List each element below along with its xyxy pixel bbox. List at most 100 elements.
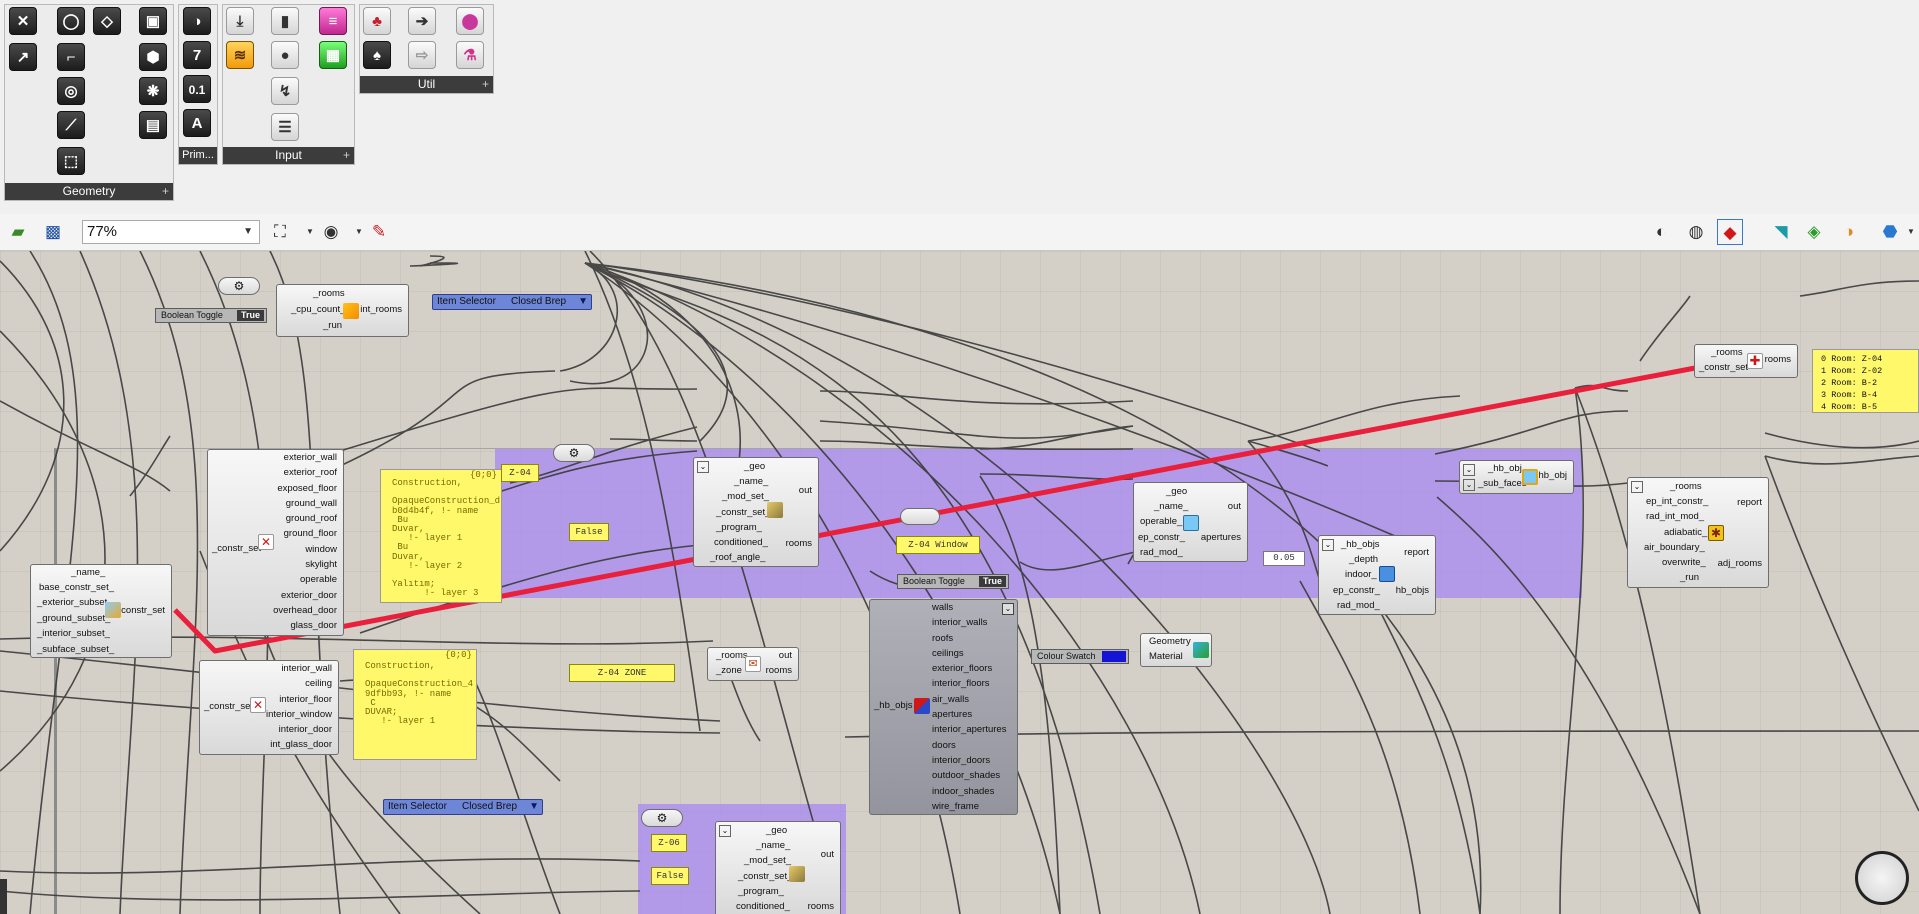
output-rooms[interactable]: rooms — [1765, 354, 1791, 365]
input-operable[interactable]: operable — [300, 574, 337, 585]
output-constr-set[interactable]: _constr_set — [212, 543, 261, 554]
input-constr-set[interactable]: _constr_set_ — [738, 871, 792, 882]
polyline-icon[interactable]: ⌐ — [57, 43, 85, 71]
input-rad-mod[interactable]: rad_mod_ — [1337, 600, 1380, 611]
line-icon[interactable]: ⟋ — [57, 111, 85, 139]
input-conditioned[interactable]: conditioned_ — [736, 901, 790, 912]
cherry-icon[interactable]: ♣ — [363, 7, 391, 35]
input-exterior-wall[interactable]: exterior_wall — [284, 452, 337, 463]
output-interior-apertures[interactable]: interior_apertures — [932, 724, 1006, 735]
false-tag-b[interactable]: False — [651, 867, 689, 885]
output-out[interactable]: out — [799, 485, 812, 496]
item-selector-top[interactable]: Item Selector Closed Brep ▼ — [432, 294, 592, 310]
depth-number[interactable]: 0.05 — [1263, 551, 1305, 566]
import-icon[interactable]: ⤓ — [226, 7, 254, 35]
intersect-masses-component[interactable]: _rooms _cpu_count_ _run int_rooms — [276, 284, 409, 337]
output-wire-frame[interactable]: wire_frame — [932, 801, 979, 812]
output-constr-set[interactable]: _constr_set — [204, 701, 253, 712]
output-interior-walls[interactable]: interior_walls — [932, 617, 987, 628]
sphere-icon[interactable]: ⬣ — [1877, 219, 1903, 245]
input-base-constr-set[interactable]: base_constr_set_ — [39, 582, 114, 593]
navigation-compass-icon[interactable] — [1855, 851, 1909, 905]
document-preview-icon[interactable]: ◑ — [1836, 219, 1862, 245]
rooms-output-panel[interactable]: 0 Room: Z-04 1 Room: Z-02 2 Room: B-2 3 Roo… — [1812, 349, 1919, 413]
output-ceilings[interactable]: ceilings — [932, 648, 964, 659]
input-operable[interactable]: operable_ — [1140, 516, 1182, 527]
input-mod-set[interactable]: _mod_set_ — [744, 855, 791, 866]
input-name[interactable]: _name_ — [71, 567, 105, 578]
zoom-dropdown[interactable]: 77% ▼ — [82, 220, 260, 244]
mesh-quality-icon[interactable]: ◥ — [1768, 219, 1794, 245]
input-run[interactable]: _run — [323, 320, 342, 331]
construction-panel-2[interactable]: {0;0} Construction, OpaqueConstruction_4 … — [353, 649, 477, 760]
relay-node[interactable] — [900, 508, 940, 525]
output-rooms[interactable]: rooms — [808, 901, 834, 912]
aperture-component[interactable]: _geo _name_ operable_ ep_constr_ rad_mod… — [1133, 482, 1248, 562]
text-icon[interactable]: A — [183, 109, 211, 137]
swatch-color[interactable] — [1102, 651, 1126, 662]
integer-icon[interactable]: 7 — [183, 41, 211, 69]
zone-name-tag[interactable]: Z-04 ZONE — [569, 664, 675, 682]
input-interior-subset[interactable]: _interior_subset_ — [37, 628, 110, 639]
arrow-right-icon[interactable]: ➔ — [408, 7, 436, 35]
name-tag-z04[interactable]: Z-04 — [501, 464, 539, 482]
slider-icon[interactable]: ↯ — [271, 77, 299, 105]
output-air-walls[interactable]: air_walls — [932, 694, 969, 705]
output-hb-obj[interactable]: hb_obj — [1538, 470, 1567, 481]
input-ceiling[interactable]: ceiling — [305, 678, 332, 689]
input-hb-obj[interactable]: _hb_obj — [1488, 463, 1522, 474]
output-doors[interactable]: doors — [932, 740, 956, 751]
input-rooms[interactable]: _rooms — [716, 650, 748, 661]
preview-selected-icon[interactable]: ◆ — [1717, 219, 1743, 245]
custom-preview-component[interactable]: Geometry Material — [1140, 633, 1212, 667]
toggle-icon[interactable]: ▮ — [271, 7, 299, 35]
boolean-toggle-top[interactable]: Boolean Toggle True — [155, 308, 267, 323]
input-rad-int-mod[interactable]: rad_int_mod_ — [1646, 511, 1704, 522]
input-interior-wall[interactable]: interior_wall — [281, 663, 332, 674]
solve-adjacency-component[interactable]: ⌄ _rooms ep_int_constr_ rad_int_mod_ adi… — [1627, 477, 1769, 588]
input-exposed-floor[interactable]: exposed_floor — [277, 483, 337, 494]
relay-gear[interactable]: ⚙ — [553, 444, 595, 462]
input-mod-set[interactable]: _mod_set_ — [722, 491, 769, 502]
mesh-icon[interactable]: ❋ — [139, 77, 167, 105]
expand-icon[interactable]: + — [162, 183, 169, 200]
output-interior-floors[interactable]: interior_floors — [932, 678, 990, 689]
open-file-icon[interactable]: ▰ — [5, 219, 31, 245]
output-rooms[interactable]: rooms — [766, 665, 792, 676]
interior-subset-component[interactable]: _constr_set ✕ interior_wall ceiling inte… — [199, 660, 339, 755]
output-hb-objs[interactable]: hb_objs — [1396, 585, 1429, 596]
collapse-icon[interactable]: ⌄ — [697, 461, 709, 473]
molecule-icon[interactable]: ⬤ — [456, 7, 484, 35]
circle-icon[interactable]: ◎ — [57, 77, 85, 105]
apply-constr-set-component[interactable]: _rooms _constr_set ✚ rooms — [1694, 344, 1798, 378]
input-ground-floor[interactable]: ground_floor — [284, 528, 337, 539]
input-geometry[interactable]: Geometry — [1149, 636, 1191, 647]
input-subface-subset[interactable]: _subface_subset_ — [37, 644, 114, 655]
construction-set-component[interactable]: _name_ base_constr_set_ _exterior_subset… — [30, 564, 172, 658]
input-glass-door[interactable]: glass_door — [291, 620, 337, 631]
output-rooms[interactable]: rooms — [786, 538, 812, 549]
window-name-tag[interactable]: Z-04 Window — [896, 536, 980, 554]
false-tag-a[interactable]: False — [569, 523, 609, 541]
output-roofs[interactable]: roofs — [932, 633, 953, 644]
save-file-icon[interactable]: ▩ — [40, 219, 66, 245]
output-out[interactable]: out — [1228, 501, 1241, 512]
input-constr-set[interactable]: _constr_set — [1699, 362, 1748, 373]
input-interior-window[interactable]: interior_window — [266, 709, 332, 720]
input-program[interactable]: _program_ — [716, 522, 762, 533]
input-sub-faces[interactable]: _sub_faces — [1478, 478, 1527, 489]
input-overwrite[interactable]: overwrite_ — [1662, 557, 1706, 568]
output-outdoor-shades[interactable]: outdoor_shades — [932, 770, 1000, 781]
cpu-slider[interactable]: ⚙ — [218, 277, 260, 295]
input-indoor[interactable]: indoor_ — [1345, 569, 1377, 580]
swatch-grid-icon[interactable]: ▦ — [319, 41, 347, 69]
input-rooms[interactable]: _rooms — [1670, 481, 1702, 492]
name-tag-z06[interactable]: Z-06 — [651, 834, 687, 852]
input-depth[interactable]: _depth — [1349, 554, 1378, 565]
relay-gear-bottom[interactable]: ⚙ — [641, 809, 683, 827]
canvas-scrollbar[interactable] — [0, 879, 7, 914]
box-icon[interactable]: ▣ — [139, 7, 167, 35]
bar-graph-icon[interactable]: ≋ — [226, 41, 254, 69]
input-window[interactable]: window — [305, 544, 337, 555]
collapse-icon[interactable]: ⌄ — [1463, 464, 1475, 476]
